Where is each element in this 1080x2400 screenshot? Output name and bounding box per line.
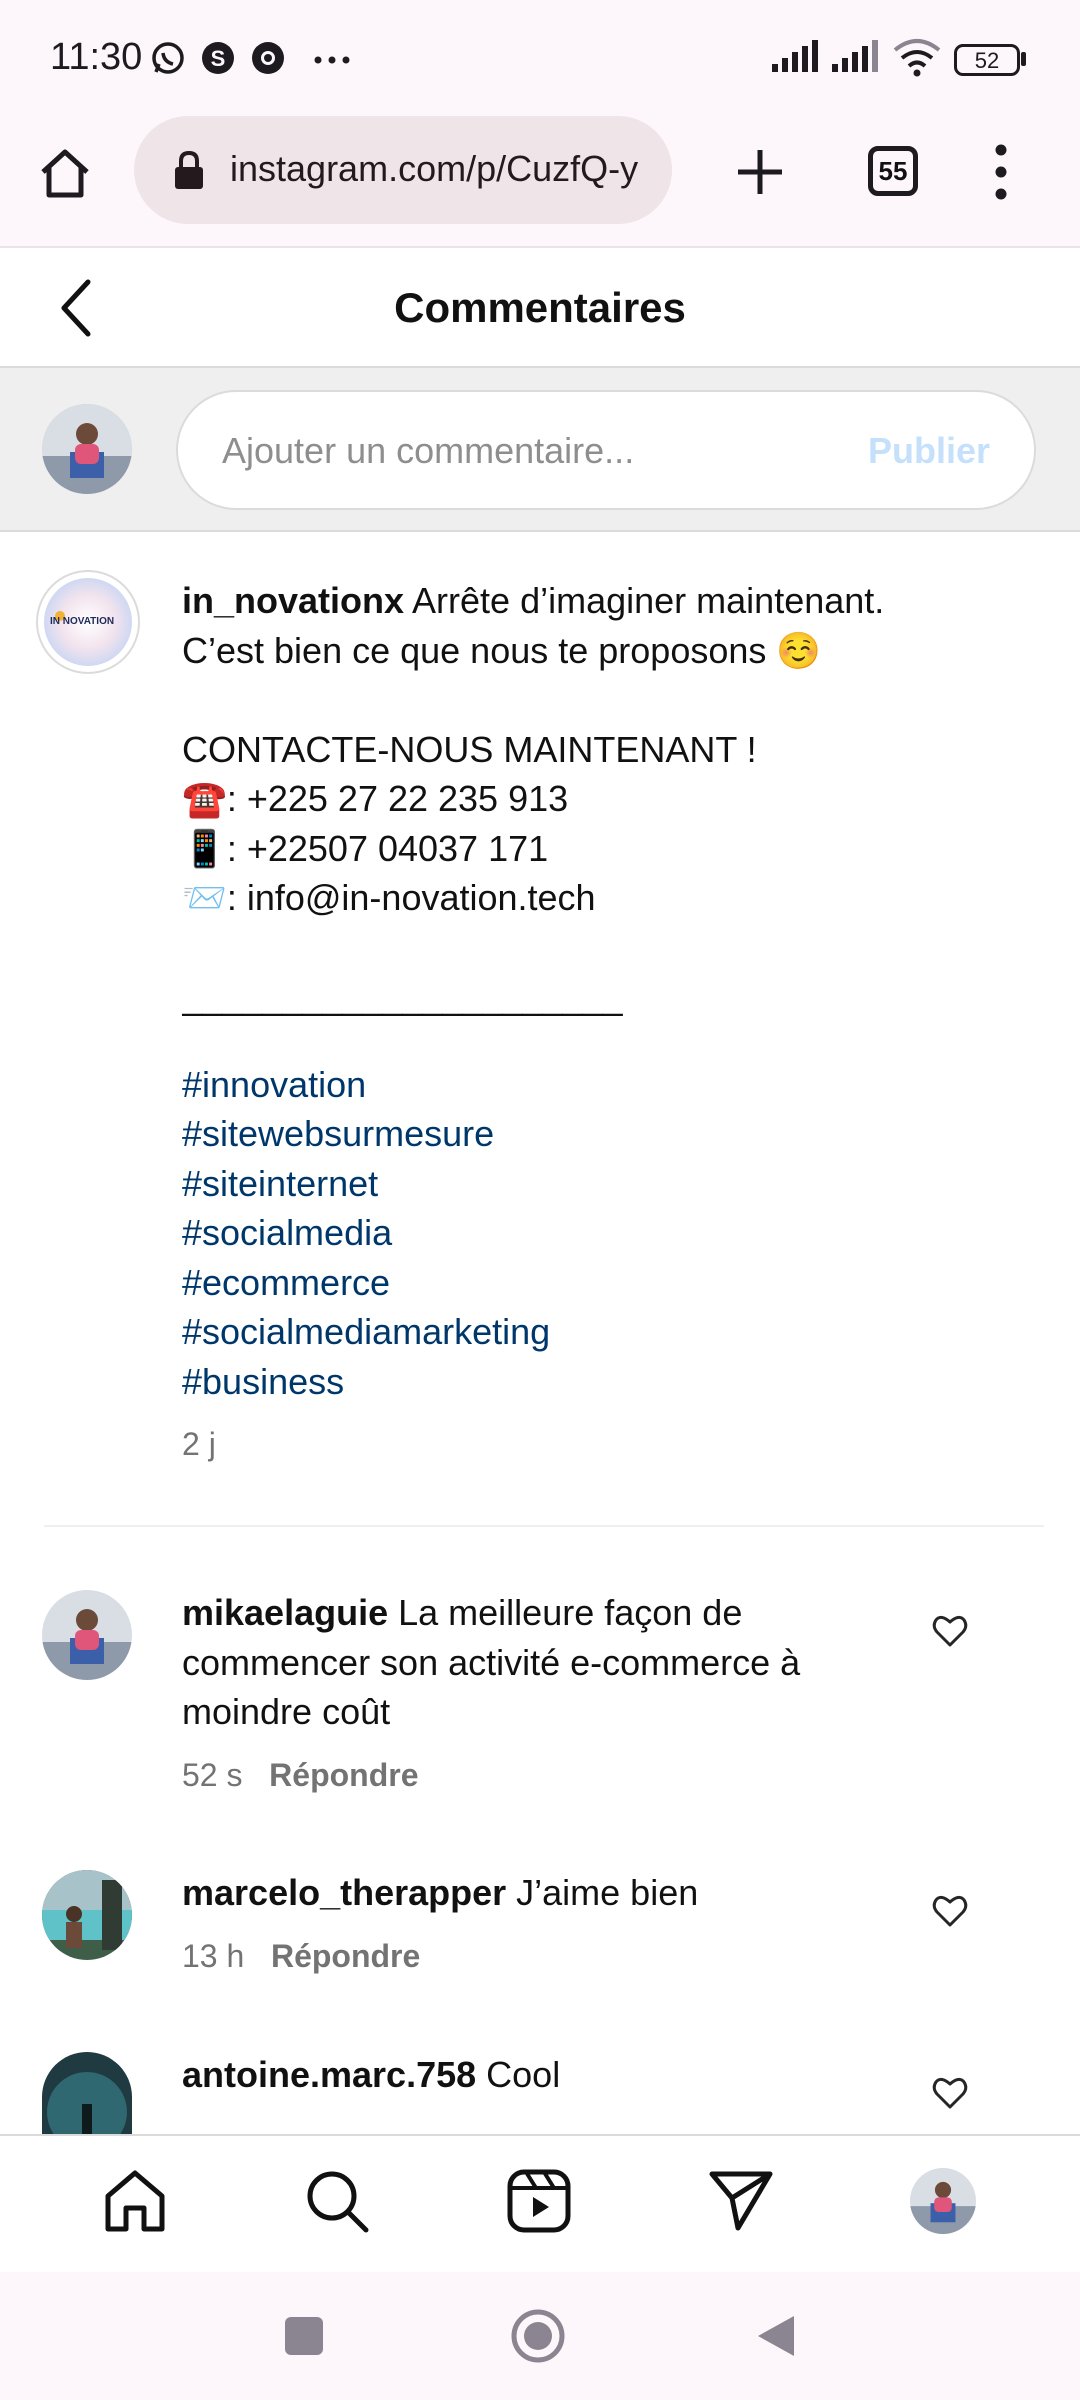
search-nav-icon[interactable] [304,2168,370,2234]
home-nav-icon[interactable] [102,2168,168,2234]
battery-tip [1021,52,1026,66]
publish-button[interactable]: Publier [868,430,990,472]
signal-icon-2 [832,40,878,72]
signal-icon-1 [772,40,818,72]
caption-blank-2 [182,923,1042,973]
like-heart-icon[interactable] [932,1614,968,1648]
caption-text-3: CONTACTE-NOUS MAINTENANT ! [182,728,757,770]
status-bar: 11:30 S 52 [0,0,1080,116]
system-navigation-bar [0,2272,1080,2400]
hashtag-link[interactable]: #business [182,1357,1042,1407]
more-notifications-icon [314,56,350,64]
recents-icon[interactable] [282,2314,326,2358]
comment-input[interactable]: Ajouter un commentaire... Publier [176,390,1036,510]
lock-icon[interactable] [172,150,206,192]
hashtag-link[interactable]: #socialmediamarketing [182,1307,1042,1357]
caption-phone-1: ☎️: +225 27 22 235 913 [182,778,569,819]
comment-item: mikaelaguie La meilleure façon de commen… [182,1588,882,1800]
chrome-icon [252,42,284,74]
comment-composer: Ajouter un commentaire... Publier [0,368,1080,532]
commenter-avatar[interactable] [42,1590,132,1680]
caption-blank-3 [182,1022,1042,1060]
comment-username[interactable]: marcelo_therapper [182,1872,506,1913]
page-title: Commentaires [394,284,686,331]
caption-divider: ______________________ [182,976,623,1017]
comment-input-placeholder[interactable]: Ajouter un commentaire... [222,430,634,472]
like-heart-icon[interactable] [932,2076,968,2110]
bottom-navigation [0,2134,1080,2272]
url-text[interactable]: instagram.com/p/CuzfQ-y [230,148,654,190]
new-tab-icon[interactable] [734,146,786,198]
like-heart-icon[interactable] [932,1894,968,1928]
post-caption: in_novationx Arrête d’imaginer maintenan… [182,576,1042,1470]
comment-item: marcelo_therapper J’aime bien 13 h Répon… [182,1868,882,1981]
reels-nav-icon[interactable] [506,2168,572,2234]
direct-messages-nav-icon[interactable] [708,2168,774,2234]
whatsapp-icon [152,42,184,74]
reply-button[interactable]: Répondre [269,1757,418,1793]
hashtag-link[interactable]: #innovation [182,1060,1042,1110]
back-triangle-icon[interactable] [754,2312,798,2360]
profile-nav-avatar[interactable] [910,2168,976,2234]
caption-line-1: in_novationx Arrête d’imaginer maintenan… [182,576,1042,626]
current-user-avatar[interactable] [42,404,132,494]
comment-username[interactable]: mikaelaguie [182,1592,388,1633]
comment-text: Cool [486,2054,561,2095]
s-app-icon: S [202,42,234,74]
browser-menu-icon[interactable] [986,142,1016,202]
comment-text: J’aime bien [516,1872,699,1913]
comment-time: 13 h [182,1937,245,1974]
battery-level: 52 [974,48,1000,73]
author-avatar[interactable]: IN NOVATION [36,570,140,674]
svg-text:S: S [211,46,226,71]
caption-text-1: Arrête d’imaginer maintenant. [412,580,885,621]
url-bar[interactable]: instagram.com/p/CuzfQ-y [134,116,672,224]
commenter-avatar[interactable] [42,2052,132,2134]
battery-icon: 52 [954,44,1020,76]
browser-toolbar: instagram.com/p/CuzfQ-y 55 [0,116,1080,248]
caption-text-2: C’est bien ce que nous te proposons ☺️ [182,629,822,671]
comment-username[interactable]: antoine.marc.758 [182,2054,476,2095]
reply-button[interactable]: Répondre [271,1938,420,1974]
caption-divider-line [44,1525,1044,1527]
hashtag-link[interactable]: #ecommerce [182,1258,1042,1308]
hashtag-link[interactable]: #sitewebsurmesure [182,1109,1042,1159]
caption-blank-1 [182,675,1042,725]
wifi-icon [893,39,941,77]
commenter-avatar[interactable] [42,1870,132,1960]
tab-switcher-button[interactable]: 55 [868,146,918,196]
comments-header: Commentaires [0,248,1080,368]
caption-timestamp: 2 j [182,1426,216,1462]
status-time: 11:30 [50,36,143,78]
comment-meta: 13 h Répondre [182,1932,882,1982]
author-avatar-logo-text: IN NOVATION [50,616,115,627]
hashtag-link[interactable]: #socialmedia [182,1208,1042,1258]
caption-username[interactable]: in_novationx [182,580,404,621]
comment-item: antoine.marc.758 Cool [182,2050,882,2134]
home-circle-icon[interactable] [510,2308,566,2364]
caption-phone-2: 📱: +22507 04037 171 [182,827,549,869]
home-icon[interactable] [38,146,92,200]
caption-email: 📨: info@in-novation.tech [182,877,596,918]
comment-meta: 52 s Répondre [182,1751,882,1801]
comment-time: 52 s [182,1756,243,1793]
hashtag-link[interactable]: #siteinternet [182,1159,1042,1209]
